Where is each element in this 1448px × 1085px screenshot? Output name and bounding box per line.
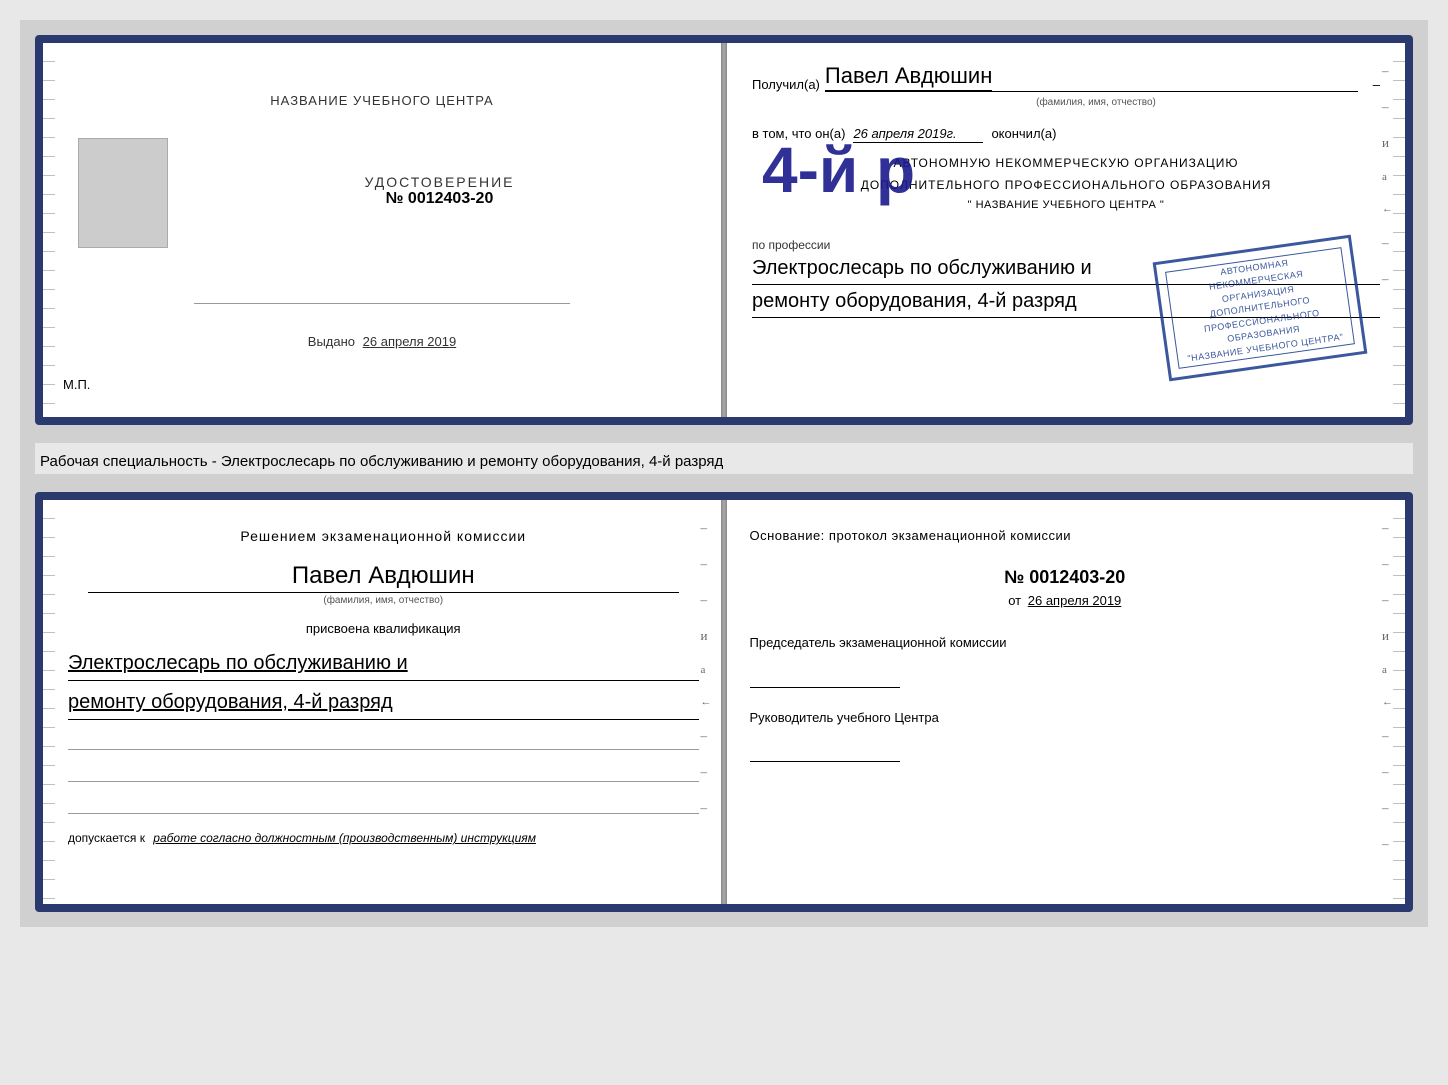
chairman-signature-line xyxy=(750,668,900,688)
допускается-line: допускается к работе согласно должностны… xyxy=(68,829,699,847)
dash-4: а xyxy=(1382,171,1393,183)
issued-date: 26 апреля 2019 xyxy=(363,334,457,349)
dash-3: и xyxy=(1382,135,1393,151)
dash-1: – xyxy=(1382,63,1393,79)
qualification-label: присвоена квалификация xyxy=(68,621,699,636)
page-wrapper: НАЗВАНИЕ УЧЕБНОГО ЦЕНТРА УДОСТОВЕРЕНИЕ №… xyxy=(20,20,1428,927)
issued-line: Выдано 26 апреля 2019 xyxy=(308,334,456,349)
blank-line-2 xyxy=(68,762,699,782)
recipient-name: Павел Авдюшин xyxy=(825,63,992,91)
ot-date: от 26 апреля 2019 xyxy=(750,593,1381,608)
cert-number-section: УДОСТОВЕРЕНИЕ № 0012403-20 xyxy=(365,174,515,208)
issued-label: Выдано xyxy=(308,334,355,349)
rank-badge: 4-й р xyxy=(762,133,915,207)
person-name-large: Павел Авдюшин xyxy=(68,562,699,590)
ot-prefix: от xyxy=(1008,593,1021,608)
specialty-label: Рабочая специальность - Электрослесарь п… xyxy=(35,443,1413,474)
photo-placeholder xyxy=(78,138,168,248)
допускается-value: работе согласно должностным (производств… xyxy=(153,831,536,845)
right-page: Получил(а) Павел Авдюшин – (фамилия, имя… xyxy=(727,43,1405,417)
qualification-line2: ремонту оборудования, 4-й разряд xyxy=(68,685,699,720)
blank-lines xyxy=(68,730,699,814)
side-dashes-top: – – и а ← – – xyxy=(1382,63,1393,287)
chairman-section: Председатель экзаменационной комиссии xyxy=(750,633,1381,688)
director-signature-line xyxy=(750,742,900,762)
top-document: НАЗВАНИЕ УЧЕБНОГО ЦЕНТРА УДОСТОВЕРЕНИЕ №… xyxy=(35,35,1413,425)
cert-label: УДОСТОВЕРЕНИЕ xyxy=(365,174,515,190)
protocol-number: № 0012403-20 xyxy=(750,567,1381,588)
dash-2: – xyxy=(1382,99,1393,115)
cert-number: № 0012403-20 xyxy=(365,190,515,208)
bottom-right-page: Основание: протокол экзаменационной коми… xyxy=(725,500,1406,904)
fio-label-top: (фамилия, имя, отчество) xyxy=(832,97,1360,108)
recipient-line: Получил(а) Павел Авдюшин – xyxy=(752,63,1380,92)
left-page: НАЗВАНИЕ УЧЕБНОГО ЦЕНТРА УДОСТОВЕРЕНИЕ №… xyxy=(43,43,727,417)
side-dashes-bottom-right: – – – и а ← – – – – xyxy=(1382,520,1393,852)
fio-label-bottom: (фамилия, имя, отчество) xyxy=(88,592,679,606)
recipient-prefix: Получил(а) xyxy=(752,77,820,92)
blank-line-1 xyxy=(68,730,699,750)
ot-date-value: 26 апреля 2019 xyxy=(1028,593,1122,608)
допускается-prefix: допускается к xyxy=(68,831,145,845)
chairman-title: Председатель экзаменационной комиссии xyxy=(750,633,1381,653)
commission-title: Решением экзаменационной комиссии xyxy=(68,525,699,547)
dash-7: – xyxy=(1382,271,1393,287)
side-dashes-bottom-left: – – – и а ← – – – xyxy=(701,520,712,816)
director-section: Руководитель учебного Центра xyxy=(750,708,1381,763)
institution-title: НАЗВАНИЕ УЧЕБНОГО ЦЕНТРА xyxy=(270,93,493,108)
bottom-document: Решением экзаменационной комиссии Павел … xyxy=(35,492,1413,912)
blank-line-3 xyxy=(68,794,699,814)
qualification-line1: Электрослесарь по обслуживанию и xyxy=(68,646,699,681)
okonchil: окончил(а) xyxy=(991,126,1056,141)
stamp-inner: АВТОНОМНАЯ НЕКОММЕРЧЕСКАЯ ОРГАНИЗАЦИЯ ДО… xyxy=(1165,247,1355,369)
dash-6: – xyxy=(1382,235,1393,251)
osnovaniye-label: Основание: протокол экзаменационной коми… xyxy=(750,525,1381,547)
mp-label: М.П. xyxy=(63,377,90,392)
bottom-left-page: Решением экзаменационной комиссии Павел … xyxy=(43,500,725,904)
dash-5: ← xyxy=(1382,203,1393,215)
director-title: Руководитель учебного Центра xyxy=(750,708,1381,728)
